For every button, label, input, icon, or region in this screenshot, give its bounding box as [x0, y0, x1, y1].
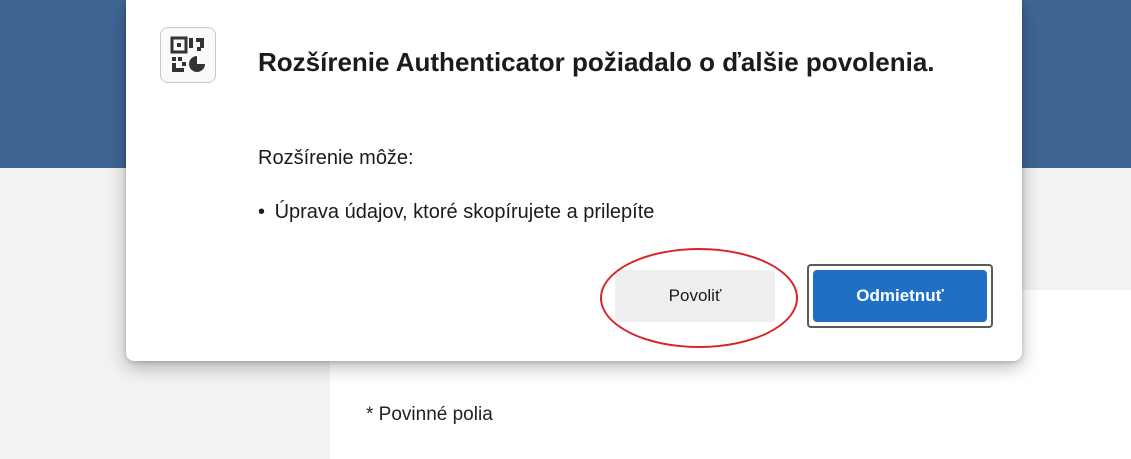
allow-button[interactable]: Povoliť — [615, 270, 775, 322]
deny-button[interactable]: Odmietnuť — [813, 270, 987, 322]
permission-item: • Úprava údajov, ktoré skopírujete a pri… — [258, 201, 654, 224]
required-fields-note: * Povinné polia — [366, 404, 493, 425]
bullet: • — [258, 201, 266, 223]
qr-code-icon — [160, 27, 216, 83]
extension-permission-dialog: Rozšírenie Authenticator požiadalo o ďal… — [126, 0, 1022, 361]
qr-code-glyph — [170, 36, 205, 72]
permissions-subheading: Rozšírenie môže: — [258, 147, 414, 169]
dialog-title: Rozšírenie Authenticator požiadalo o ďal… — [258, 47, 935, 77]
permission-text: Úprava údajov, ktoré skopírujete a prile… — [274, 201, 655, 223]
